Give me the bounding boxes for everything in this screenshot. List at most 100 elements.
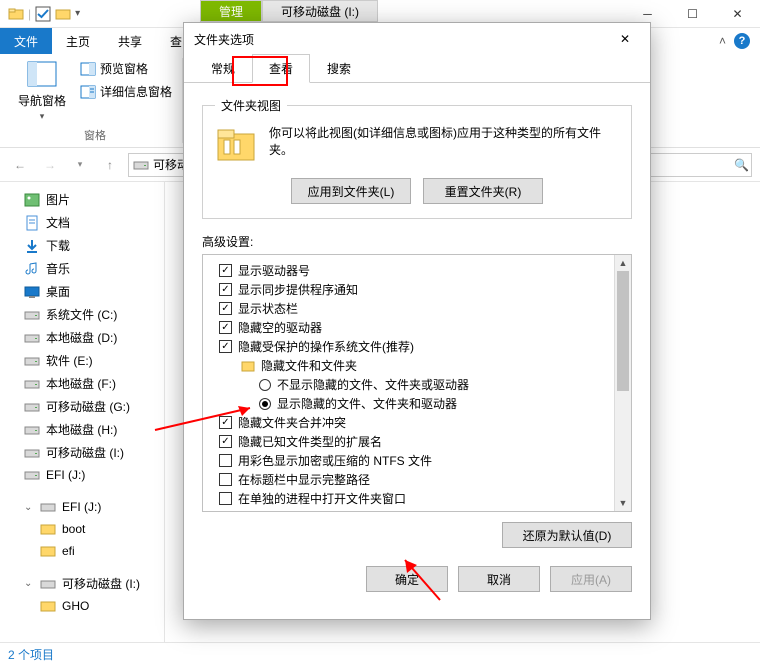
sidebar-item[interactable]: EFI (J:): [0, 464, 164, 486]
sidebar-item[interactable]: 可移动磁盘 (I:): [0, 441, 164, 464]
help-icon[interactable]: ?: [734, 33, 750, 49]
sidebar-item-label: 下载: [46, 237, 70, 254]
sidebar-group-efi[interactable]: ⌄ EFI (J:): [0, 496, 164, 518]
sidebar-item[interactable]: 音乐: [0, 257, 164, 280]
folder-icon: [241, 359, 255, 373]
tree-label: 隐藏空的驱动器: [238, 319, 322, 336]
status-bar: 2 个项目: [0, 642, 760, 666]
scroll-thumb[interactable]: [617, 271, 629, 391]
sidebar-item-icon: [24, 445, 40, 461]
dialog-tab-view[interactable]: 查看: [252, 54, 310, 83]
checkbox-icon[interactable]: [219, 283, 232, 296]
nav-forward-button[interactable]: →: [38, 153, 62, 177]
search-icon[interactable]: 🔍: [734, 158, 749, 172]
sidebar-item[interactable]: 图片: [0, 188, 164, 211]
tree-checkbox-item[interactable]: 隐藏文件夹合并冲突: [207, 413, 610, 432]
folder-view-icon: [215, 124, 257, 166]
nav-back-button[interactable]: ←: [8, 153, 32, 177]
panes-group: 导航窗格 ▾ 预览窗格 详细信息窗格 窗格: [8, 58, 183, 143]
restore-defaults-button[interactable]: 还原为默认值(D): [502, 522, 632, 548]
sidebar-item[interactable]: 本地磁盘 (H:): [0, 418, 164, 441]
sidebar-item[interactable]: 文档: [0, 211, 164, 234]
ok-button[interactable]: 确定: [366, 566, 448, 592]
context-tab-manage[interactable]: 管理: [200, 0, 262, 22]
sidebar-item-gho[interactable]: GHO: [0, 595, 164, 617]
ribbon-collapse-icon[interactable]: ˄: [719, 34, 726, 48]
checkbox-icon[interactable]: [219, 454, 232, 467]
advanced-scrollbar[interactable]: ▲ ▼: [614, 255, 631, 511]
apply-button[interactable]: 应用(A): [550, 566, 632, 592]
cancel-button[interactable]: 取消: [458, 566, 540, 592]
sidebar-item[interactable]: 系统文件 (C:): [0, 303, 164, 326]
sidebar-item-label: 文档: [46, 214, 70, 231]
checkbox-icon[interactable]: [219, 416, 232, 429]
tree-checkbox-item[interactable]: 在标题栏中显示完整路径: [207, 470, 610, 489]
drive-icon: [133, 157, 149, 173]
sidebar-item-efi-folder[interactable]: efi: [0, 540, 164, 562]
tree-checkbox-item[interactable]: 用彩色显示加密或压缩的 NTFS 文件: [207, 451, 610, 470]
sidebar-item[interactable]: 本地磁盘 (F:): [0, 372, 164, 395]
apply-to-folders-button[interactable]: 应用到文件夹(L): [291, 178, 411, 204]
checkbox-icon[interactable]: [219, 321, 232, 334]
tree-checkbox-item[interactable]: 隐藏受保护的操作系统文件(推荐): [207, 337, 610, 356]
chevron-down-icon: ⌄: [24, 578, 34, 589]
tree-radio-item[interactable]: 显示隐藏的文件、文件夹和驱动器: [207, 394, 610, 413]
dialog-tab-search[interactable]: 搜索: [310, 54, 368, 83]
preview-pane-button[interactable]: 预览窗格: [80, 60, 172, 77]
sidebar-item[interactable]: 可移动磁盘 (G:): [0, 395, 164, 418]
tree-checkbox-item[interactable]: 显示驱动器号: [207, 261, 610, 280]
home-tab[interactable]: 主页: [52, 28, 104, 54]
nav-pane-button[interactable]: 导航窗格 ▾: [18, 58, 66, 122]
panes-group-label: 窗格: [84, 127, 106, 143]
maximize-button[interactable]: ☐: [670, 0, 715, 28]
close-window-button[interactable]: ✕: [715, 0, 760, 28]
checkbox-icon[interactable]: [219, 473, 232, 486]
sidebar-item-label: 本地磁盘 (H:): [46, 421, 117, 438]
sidebar-item-icon: [24, 238, 40, 254]
sidebar-group-removable[interactable]: ⌄ 可移动磁盘 (I:): [0, 572, 164, 595]
checkbox-icon[interactable]: [219, 264, 232, 277]
nav-recent-button[interactable]: ▾: [68, 153, 92, 177]
nav-up-button[interactable]: ↑: [98, 153, 122, 177]
details-pane-button[interactable]: 详细信息窗格: [80, 83, 172, 100]
file-tab[interactable]: 文件: [0, 28, 52, 54]
sidebar-item-boot[interactable]: boot: [0, 518, 164, 540]
checkbox-icon[interactable]: [219, 340, 232, 353]
checkbox-icon[interactable]: [35, 6, 51, 22]
tree-radio-item[interactable]: 不显示隐藏的文件、文件夹或驱动器: [207, 375, 610, 394]
radio-icon[interactable]: [259, 379, 271, 391]
checkbox-icon[interactable]: [219, 435, 232, 448]
tree-checkbox-item[interactable]: 显示状态栏: [207, 299, 610, 318]
dialog-close-button[interactable]: ✕: [610, 24, 640, 54]
sidebar[interactable]: 图片文档下载音乐桌面系统文件 (C:)本地磁盘 (D:)软件 (E:)本地磁盘 …: [0, 182, 165, 642]
sidebar-item-label: EFI (J:): [62, 500, 101, 514]
tree-checkbox-item[interactable]: 隐藏空的驱动器: [207, 318, 610, 337]
tree-checkbox-item[interactable]: 隐藏已知文件类型的扩展名: [207, 432, 610, 451]
radio-icon[interactable]: [259, 398, 271, 410]
scroll-down-icon[interactable]: ▼: [615, 495, 631, 511]
reset-folders-button[interactable]: 重置文件夹(R): [423, 178, 543, 204]
sidebar-item-label: 图片: [46, 191, 70, 208]
sidebar-item[interactable]: 软件 (E:): [0, 349, 164, 372]
status-item-count: 2 个项目: [8, 646, 54, 663]
dialog-tab-general[interactable]: 常规: [194, 54, 252, 83]
sidebar-item[interactable]: 下载: [0, 234, 164, 257]
details-pane-icon: [80, 84, 96, 100]
advanced-settings-list[interactable]: 显示驱动器号显示同步提供程序通知显示状态栏隐藏空的驱动器隐藏受保护的操作系统文件…: [203, 255, 614, 511]
share-tab[interactable]: 共享: [104, 28, 156, 54]
tree-checkbox-item[interactable]: 显示同步提供程序通知: [207, 280, 610, 299]
sidebar-item[interactable]: 桌面: [0, 280, 164, 303]
scroll-up-icon[interactable]: ▲: [615, 255, 631, 271]
context-tab-drive[interactable]: 可移动磁盘 (I:): [262, 0, 378, 22]
tree-label: 显示状态栏: [238, 300, 298, 317]
tree-checkbox-item[interactable]: 在单独的进程中打开文件夹窗口: [207, 489, 610, 508]
qat-overflow[interactable]: ▾: [75, 8, 80, 19]
sidebar-item-icon: [24, 353, 40, 369]
folder-views-desc: 你可以将此视图(如详细信息或图标)应用于这种类型的所有文件夹。: [269, 124, 619, 166]
sidebar-item[interactable]: 本地磁盘 (D:): [0, 326, 164, 349]
checkbox-icon[interactable]: [219, 302, 232, 315]
tree-label: 显示驱动器号: [238, 262, 310, 279]
folder-icon: [40, 543, 56, 559]
checkbox-icon[interactable]: [219, 492, 232, 505]
tree-folder-node[interactable]: 隐藏文件和文件夹: [207, 356, 610, 375]
